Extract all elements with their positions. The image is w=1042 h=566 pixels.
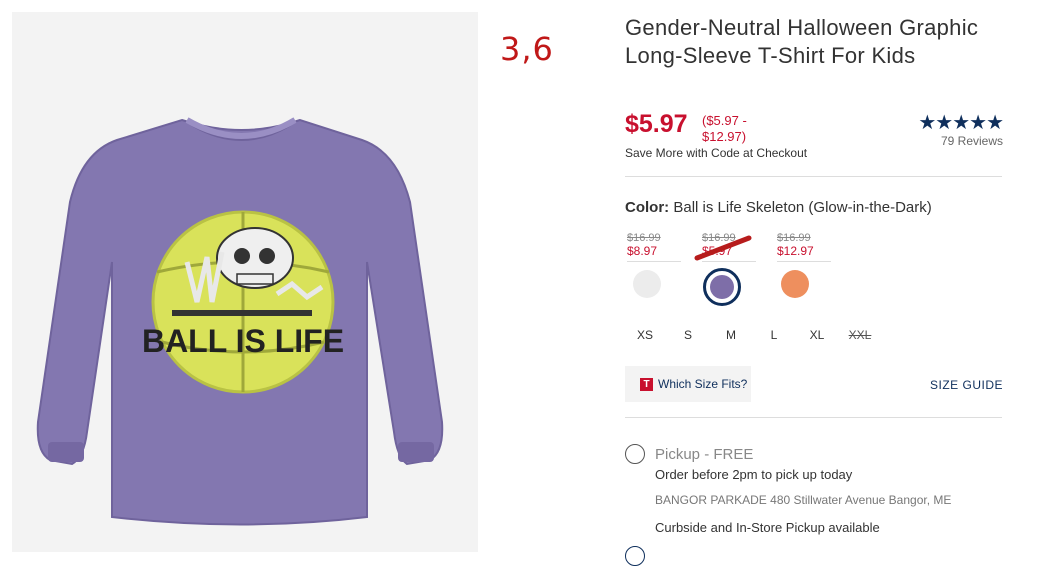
swatch-price-3: $16.99 $12.97	[777, 232, 833, 262]
shipping-radio[interactable]	[625, 546, 645, 566]
divider	[625, 417, 1002, 418]
rating-stars-icon[interactable]: ★★★★★	[918, 110, 1004, 134]
shirt-graphic-text: BALL IS LIFE	[142, 323, 344, 359]
which-size-fits-button[interactable]: T Which Size Fits?	[625, 366, 751, 402]
swatch-sale-price: $8.97	[627, 244, 658, 258]
color-label: Color:	[625, 199, 670, 216]
pickup-label[interactable]: Pickup - FREE	[655, 446, 753, 463]
store-address: 480 Stillwater Avenue Bangor, ME	[770, 493, 952, 507]
size-guide-link[interactable]: SIZE GUIDE	[930, 378, 1003, 392]
swatch-sale-price: $12.97	[777, 244, 814, 258]
old-price: $16.99	[777, 232, 811, 244]
color-value: Ball is Life Skeleton (Glow-in-the-Dark)	[673, 199, 932, 216]
annotation-label: 3,6	[500, 30, 554, 68]
promo-text: Save More with Code at Checkout	[625, 146, 808, 160]
pickup-radio[interactable]	[625, 444, 645, 464]
strike-annotation-icon	[694, 235, 752, 261]
curbside-text: Curbside and In-Store Pickup available	[655, 520, 880, 535]
size-xl[interactable]: XL	[802, 328, 832, 342]
size-xs[interactable]: XS	[630, 328, 660, 342]
size-s[interactable]: S	[673, 328, 703, 342]
true-fit-icon: T	[640, 377, 653, 391]
price-range: ($5.97 - $12.97)	[702, 113, 747, 144]
tshirt-illustration: BALL IS LIFE	[36, 117, 444, 526]
product-title: Gender-Neutral Halloween Graphic Long-Sl…	[625, 15, 979, 68]
store-info: BANGOR PARKADE 480 Stillwater Avenue Ban…	[655, 493, 951, 507]
sale-price: $5.97	[625, 110, 688, 138]
swatch-white[interactable]	[633, 270, 661, 298]
old-price: $16.99	[627, 232, 661, 244]
size-xxl[interactable]: XXL	[845, 328, 875, 342]
color-selection: Color: Ball is Life Skeleton (Glow-in-th…	[625, 199, 932, 216]
swatch-purple-selected[interactable]	[703, 268, 741, 306]
swatch-orange[interactable]	[781, 270, 809, 298]
which-size-label: Which Size Fits?	[658, 377, 748, 391]
divider	[625, 176, 1002, 177]
store-name[interactable]: BANGOR PARKADE	[655, 493, 767, 507]
reviews-link[interactable]: 79 Reviews	[941, 134, 1003, 148]
swatch-price-1: $16.99 $8.97	[627, 232, 683, 262]
product-image[interactable]: BALL IS LIFE	[12, 12, 478, 552]
size-m[interactable]: M	[716, 328, 746, 342]
size-l[interactable]: L	[759, 328, 789, 342]
order-before-text: Order before 2pm to pick up today	[655, 467, 853, 482]
